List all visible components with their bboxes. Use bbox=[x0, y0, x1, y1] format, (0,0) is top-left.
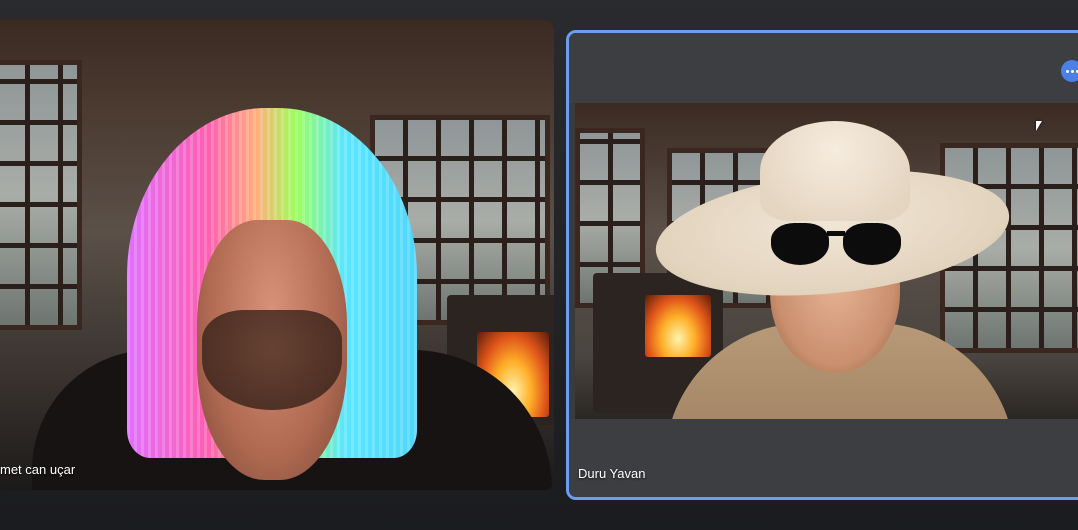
participant-name-right: Duru Yavan bbox=[578, 466, 646, 481]
participant-name-left: met can uçar bbox=[0, 462, 76, 477]
mouse-cursor-icon bbox=[1036, 121, 1042, 131]
participant-tile-left[interactable] bbox=[0, 20, 554, 490]
more-options-button[interactable] bbox=[1061, 60, 1078, 82]
beard bbox=[202, 310, 342, 410]
virtual-background bbox=[575, 103, 1078, 419]
tile-letterbox-top bbox=[569, 33, 1078, 103]
participant-tile-right[interactable] bbox=[566, 30, 1078, 500]
window bbox=[0, 60, 82, 330]
more-horizontal-icon bbox=[1065, 69, 1069, 73]
sunglasses bbox=[771, 223, 901, 267]
video-call-stage: met can uçar Duru Yavan bbox=[0, 0, 1078, 530]
hat-crown bbox=[760, 121, 910, 221]
tile-letterbox-bottom bbox=[569, 419, 1078, 497]
fire bbox=[645, 295, 711, 357]
